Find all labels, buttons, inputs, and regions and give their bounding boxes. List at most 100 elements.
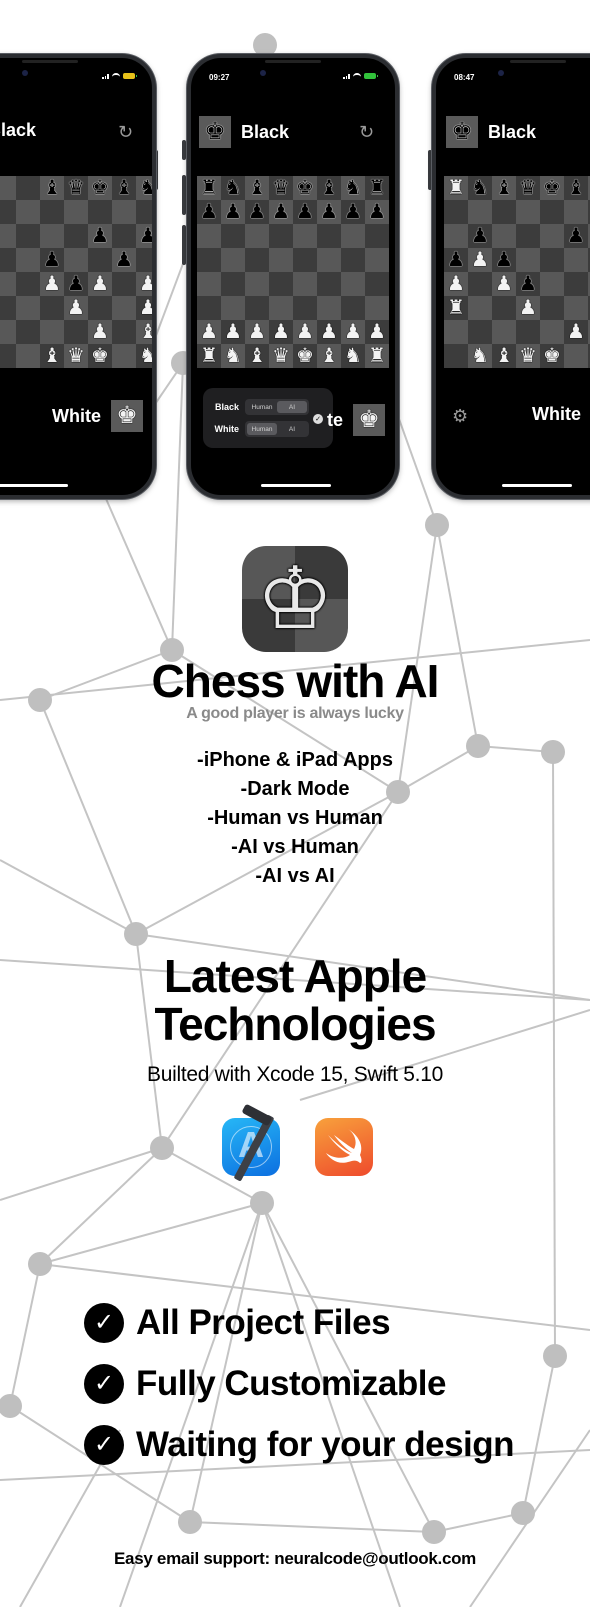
black-rook-icon[interactable]: ♜ [368, 178, 386, 198]
white-rook-icon[interactable]: ♜ [447, 178, 465, 198]
board-square[interactable] [16, 248, 40, 272]
board-square[interactable] [540, 296, 564, 320]
white-knight-icon[interactable]: ♞ [139, 346, 152, 366]
black-ai-option[interactable]: AI [277, 401, 307, 413]
board-square[interactable] [197, 296, 221, 320]
board-square[interactable]: ♟ [444, 248, 468, 272]
white-rook-icon[interactable]: ♜ [368, 346, 386, 366]
white-bishop-icon[interactable]: ♝ [320, 346, 338, 366]
white-knight-icon[interactable]: ♞ [344, 346, 362, 366]
board-square[interactable] [0, 248, 16, 272]
board-square[interactable]: ♚ [293, 176, 317, 200]
white-knight-icon[interactable]: ♞ [224, 346, 242, 366]
board-square[interactable] [88, 200, 112, 224]
board-square[interactable]: ♟ [468, 224, 492, 248]
board-square[interactable]: ♟ [112, 248, 136, 272]
black-pawn-icon[interactable]: ♟ [471, 226, 489, 246]
board-square[interactable]: ♞ [341, 176, 365, 200]
board-square[interactable]: ♛ [516, 176, 540, 200]
white-bishop-icon[interactable]: ♝ [495, 346, 513, 366]
board-square[interactable]: ♛ [516, 344, 540, 368]
board-square[interactable] [136, 248, 152, 272]
black-pawn-icon[interactable]: ♟ [447, 250, 465, 270]
black-pawn-icon[interactable]: ♟ [43, 250, 61, 270]
board-square[interactable]: ♜ [444, 176, 468, 200]
white-queen-icon[interactable]: ♛ [272, 346, 290, 366]
board-square[interactable]: ♝ [492, 344, 516, 368]
black-bishop-icon[interactable]: ♝ [320, 178, 338, 198]
board-square[interactable] [64, 248, 88, 272]
board-square[interactable] [245, 272, 269, 296]
black-pawn-icon[interactable]: ♟ [296, 202, 314, 222]
board-square[interactable] [16, 200, 40, 224]
black-pawn-icon[interactable]: ♟ [272, 202, 290, 222]
board-square[interactable]: ♝ [317, 344, 341, 368]
black-bishop-icon[interactable]: ♝ [248, 178, 266, 198]
white-pawn-icon[interactable]: ♟ [139, 274, 152, 294]
board-square[interactable] [269, 272, 293, 296]
board-square[interactable] [516, 248, 540, 272]
board-square[interactable] [0, 320, 16, 344]
chess-board[interactable]: ♜♞♝♛♚♝♟♟♟♟♟♟♟♟♟♟♜♟♟♞♝♛♚ [444, 176, 590, 368]
white-pawn-icon[interactable]: ♟ [91, 322, 109, 342]
board-square[interactable] [341, 248, 365, 272]
board-square[interactable] [112, 272, 136, 296]
black-queen-icon[interactable]: ♛ [67, 178, 85, 198]
board-square[interactable] [564, 296, 588, 320]
board-square[interactable] [88, 248, 112, 272]
black-knight-icon[interactable]: ♞ [344, 178, 362, 198]
board-square[interactable]: ♟ [64, 296, 88, 320]
black-pawn-icon[interactable]: ♟ [320, 202, 338, 222]
white-pawn-icon[interactable]: ♟ [471, 250, 489, 270]
board-square[interactable] [468, 296, 492, 320]
white-rook-icon[interactable]: ♜ [447, 298, 465, 318]
board-square[interactable]: ♟ [516, 272, 540, 296]
board-square[interactable] [221, 248, 245, 272]
board-square[interactable]: ♟ [444, 272, 468, 296]
white-pawn-icon[interactable]: ♟ [296, 322, 314, 342]
board-square[interactable] [112, 296, 136, 320]
white-rook-icon[interactable]: ♜ [200, 346, 218, 366]
board-square[interactable] [293, 296, 317, 320]
black-bishop-icon[interactable]: ♝ [43, 178, 61, 198]
board-square[interactable] [468, 200, 492, 224]
board-square[interactable] [0, 344, 16, 368]
board-square[interactable] [492, 320, 516, 344]
board-square[interactable]: ♟ [293, 320, 317, 344]
board-square[interactable]: ♝ [317, 176, 341, 200]
board-square[interactable] [540, 248, 564, 272]
white-human-option[interactable]: Human [247, 423, 277, 435]
board-square[interactable]: ♚ [88, 176, 112, 200]
board-square[interactable] [516, 320, 540, 344]
board-square[interactable] [365, 272, 389, 296]
white-pawn-icon[interactable]: ♟ [567, 322, 585, 342]
board-square[interactable]: ♞ [341, 344, 365, 368]
board-square[interactable] [245, 296, 269, 320]
white-bishop-icon[interactable]: ♝ [248, 346, 266, 366]
board-square[interactable] [317, 296, 341, 320]
board-square[interactable]: ♛ [269, 344, 293, 368]
board-square[interactable] [341, 296, 365, 320]
black-pawn-icon[interactable]: ♟ [368, 202, 386, 222]
board-square[interactable]: ♟ [269, 200, 293, 224]
board-square[interactable]: ♟ [221, 200, 245, 224]
board-square[interactable] [444, 344, 468, 368]
board-square[interactable] [221, 272, 245, 296]
board-square[interactable]: ♜ [365, 176, 389, 200]
board-square[interactable]: ♟ [341, 200, 365, 224]
gear-icon[interactable]: ⚙ [452, 406, 468, 427]
black-knight-icon[interactable]: ♞ [224, 178, 242, 198]
board-square[interactable] [492, 224, 516, 248]
black-pawn-icon[interactable]: ♟ [344, 202, 362, 222]
board-square[interactable] [40, 200, 64, 224]
board-square[interactable]: ♚ [540, 344, 564, 368]
board-square[interactable]: ♟ [245, 200, 269, 224]
black-knight-icon[interactable]: ♞ [139, 178, 152, 198]
black-pawn-icon[interactable]: ♟ [200, 202, 218, 222]
board-square[interactable] [197, 248, 221, 272]
board-square[interactable] [564, 344, 588, 368]
board-square[interactable] [0, 200, 16, 224]
white-pawn-icon[interactable]: ♟ [344, 322, 362, 342]
board-square[interactable] [564, 200, 588, 224]
black-pawn-icon[interactable]: ♟ [248, 202, 266, 222]
